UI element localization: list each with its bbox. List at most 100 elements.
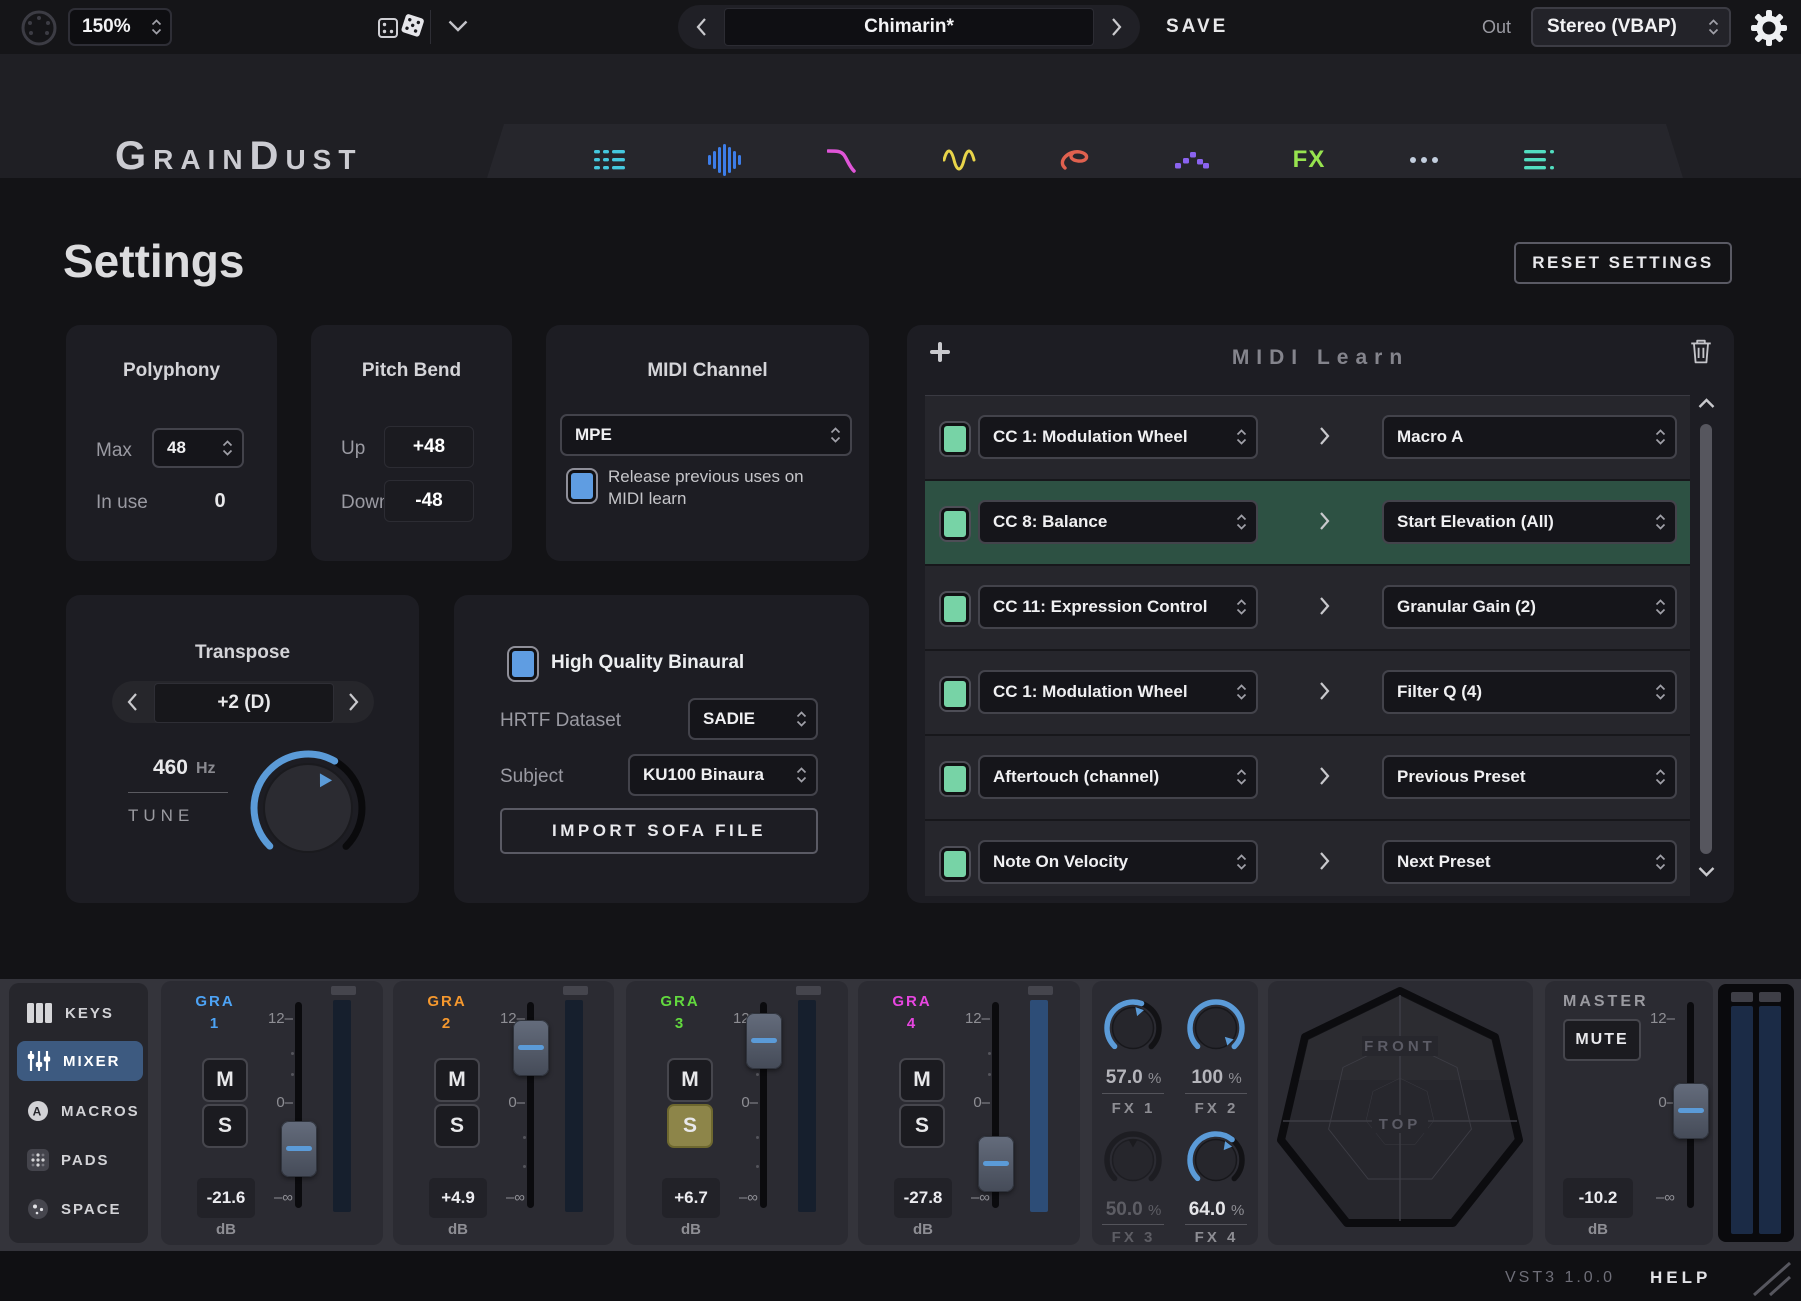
- fx2-knob[interactable]: [1183, 995, 1249, 1061]
- mute-button[interactable]: M: [899, 1058, 945, 1102]
- macro-a-icon: A: [27, 1100, 49, 1122]
- sidebar-item-mixer[interactable]: MIXER: [17, 1041, 143, 1081]
- hrtf-dataset-select[interactable]: SADIE: [688, 698, 818, 740]
- tune-knob[interactable]: [240, 740, 376, 876]
- mapping-target-select[interactable]: Granular Gain (2): [1382, 585, 1677, 629]
- chevron-right-icon: [1319, 851, 1331, 871]
- space-radar[interactable]: FRONT TOP: [1268, 981, 1533, 1245]
- mapping-target-select[interactable]: Filter Q (4): [1382, 670, 1677, 714]
- transpose-prev-button[interactable]: [126, 692, 138, 712]
- meter-cap: [796, 986, 821, 995]
- fader-thumb[interactable]: [513, 1020, 549, 1076]
- fx1-knob[interactable]: [1100, 995, 1166, 1061]
- scrollbar-thumb[interactable]: [1700, 424, 1712, 854]
- radar-front-label: FRONT: [1364, 1038, 1436, 1055]
- mapping-source-select[interactable]: Aftertouch (channel): [978, 755, 1258, 799]
- mapping-source-select[interactable]: CC 11: Expression Control: [978, 585, 1258, 629]
- pads-grid-icon: [27, 1149, 49, 1171]
- fader-track[interactable]: [295, 1002, 302, 1208]
- sidebar-item-macros[interactable]: A MACROS: [17, 1091, 143, 1131]
- fader-thumb[interactable]: [281, 1121, 317, 1177]
- mapping-enabled-checkbox[interactable]: [941, 508, 969, 540]
- scale-top: 12–: [249, 1010, 293, 1027]
- resize-handle-icon[interactable]: [1746, 1261, 1794, 1297]
- scroll-down-icon[interactable]: [1698, 866, 1715, 877]
- pitch-bend-down-value[interactable]: -48: [384, 480, 474, 522]
- mapping-target-select[interactable]: Macro A: [1382, 415, 1677, 459]
- pitch-bend-up-value[interactable]: +48: [384, 426, 474, 468]
- midi-mapping-row: Aftertouch (channel) Previous Preset: [925, 736, 1690, 821]
- midi-channel-select[interactable]: MPE: [560, 414, 852, 456]
- transpose-next-button[interactable]: [348, 692, 360, 712]
- fader-thumb[interactable]: [978, 1136, 1014, 1192]
- preset-prev-button[interactable]: [686, 15, 716, 39]
- save-button[interactable]: SAVE: [1166, 16, 1228, 38]
- master-mute-button[interactable]: MUTE: [1563, 1019, 1641, 1061]
- release-previous-checkbox[interactable]: [568, 470, 596, 502]
- fx4-knob[interactable]: [1183, 1127, 1249, 1193]
- solo-button[interactable]: S: [434, 1104, 480, 1148]
- solo-button[interactable]: S: [899, 1104, 945, 1148]
- reset-settings-button[interactable]: RESET SETTINGS: [1514, 242, 1732, 284]
- mapping-source-select[interactable]: CC 1: Modulation Wheel: [978, 415, 1258, 459]
- sidebar-item-pads[interactable]: PADS: [17, 1140, 143, 1180]
- solo-button[interactable]: S: [202, 1104, 248, 1148]
- mapping-enabled-checkbox[interactable]: [941, 678, 969, 710]
- mute-button[interactable]: M: [434, 1058, 480, 1102]
- topbar-divider: [430, 10, 431, 44]
- mapping-source-select[interactable]: Note On Velocity: [978, 840, 1258, 884]
- polyphony-inuse-value: 0: [190, 490, 250, 513]
- polyphony-max-stepper[interactable]: 48: [152, 428, 244, 468]
- fx-icon: FX: [1254, 140, 1364, 180]
- level-meter: [798, 1000, 816, 1212]
- mute-button[interactable]: M: [667, 1058, 713, 1102]
- mute-button[interactable]: M: [202, 1058, 248, 1102]
- import-sofa-button[interactable]: IMPORT SOFA FILE: [500, 808, 818, 854]
- scale-mid: 0–: [481, 1094, 525, 1111]
- mapping-source-select[interactable]: CC 1: Modulation Wheel: [978, 670, 1258, 714]
- channel-db-value[interactable]: -21.6: [197, 1178, 255, 1218]
- fx2-label: FX 2: [1175, 1100, 1258, 1117]
- trash-icon[interactable]: [1690, 338, 1712, 364]
- subject-select[interactable]: KU100 Binaura: [628, 754, 818, 796]
- channel-db-value[interactable]: +4.9: [429, 1178, 487, 1218]
- sidebar-item-keys[interactable]: KEYS: [17, 993, 143, 1033]
- channel-name: GRA2: [411, 991, 483, 1035]
- transpose-value-field[interactable]: +2 (D): [154, 683, 334, 723]
- help-button[interactable]: HELP: [1650, 1268, 1711, 1288]
- tune-value[interactable]: 460: [118, 756, 188, 780]
- fx3-knob-disabled[interactable]: [1100, 1127, 1166, 1193]
- chevron-down-icon[interactable]: [448, 20, 468, 33]
- sidebar-item-space[interactable]: SPACE: [17, 1189, 143, 1229]
- master-fader-thumb[interactable]: [1673, 1083, 1709, 1139]
- zoom-stepper[interactable]: 150%: [68, 8, 172, 46]
- mapping-target-select[interactable]: Previous Preset: [1382, 755, 1677, 799]
- output-format-select[interactable]: Stereo (VBAP): [1531, 7, 1731, 47]
- fader-thumb[interactable]: [746, 1013, 782, 1069]
- solo-button-active[interactable]: S: [667, 1104, 713, 1148]
- settings-gear-icon[interactable]: [1750, 9, 1788, 47]
- scroll-up-icon[interactable]: [1698, 398, 1715, 409]
- mapping-enabled-checkbox[interactable]: [941, 848, 969, 880]
- tune-label: TUNE: [128, 806, 194, 826]
- channel-db-value[interactable]: +6.7: [662, 1178, 720, 1218]
- preset-next-button[interactable]: [1102, 15, 1132, 39]
- mapping-target-select[interactable]: Next Preset: [1382, 840, 1677, 884]
- master-db-value[interactable]: -10.2: [1563, 1178, 1633, 1218]
- mapping-source-select[interactable]: CC 8: Balance: [978, 500, 1258, 544]
- dice-randomize-icon[interactable]: [378, 11, 426, 43]
- mapping-target-select[interactable]: Start Elevation (All): [1382, 500, 1677, 544]
- binaural-checkbox[interactable]: [509, 648, 537, 680]
- channel-name: GRA1: [179, 991, 251, 1035]
- matrix-lines-icon: [1485, 140, 1595, 180]
- preset-name-field[interactable]: Chimarin*: [724, 8, 1094, 46]
- mixer-section: KEYS MIXER A MACROS PADS: [0, 979, 1801, 1251]
- filter-curve-icon: [787, 140, 897, 180]
- mapping-enabled-checkbox[interactable]: [941, 593, 969, 625]
- mapping-enabled-checkbox[interactable]: [941, 423, 969, 455]
- channel-db-value[interactable]: -27.8: [894, 1178, 952, 1218]
- stepper-updown-icon[interactable]: [151, 18, 162, 36]
- mapping-enabled-checkbox[interactable]: [941, 763, 969, 795]
- scale-mid: 0–: [946, 1094, 990, 1111]
- fx4-value: 64.0 %: [1175, 1199, 1258, 1221]
